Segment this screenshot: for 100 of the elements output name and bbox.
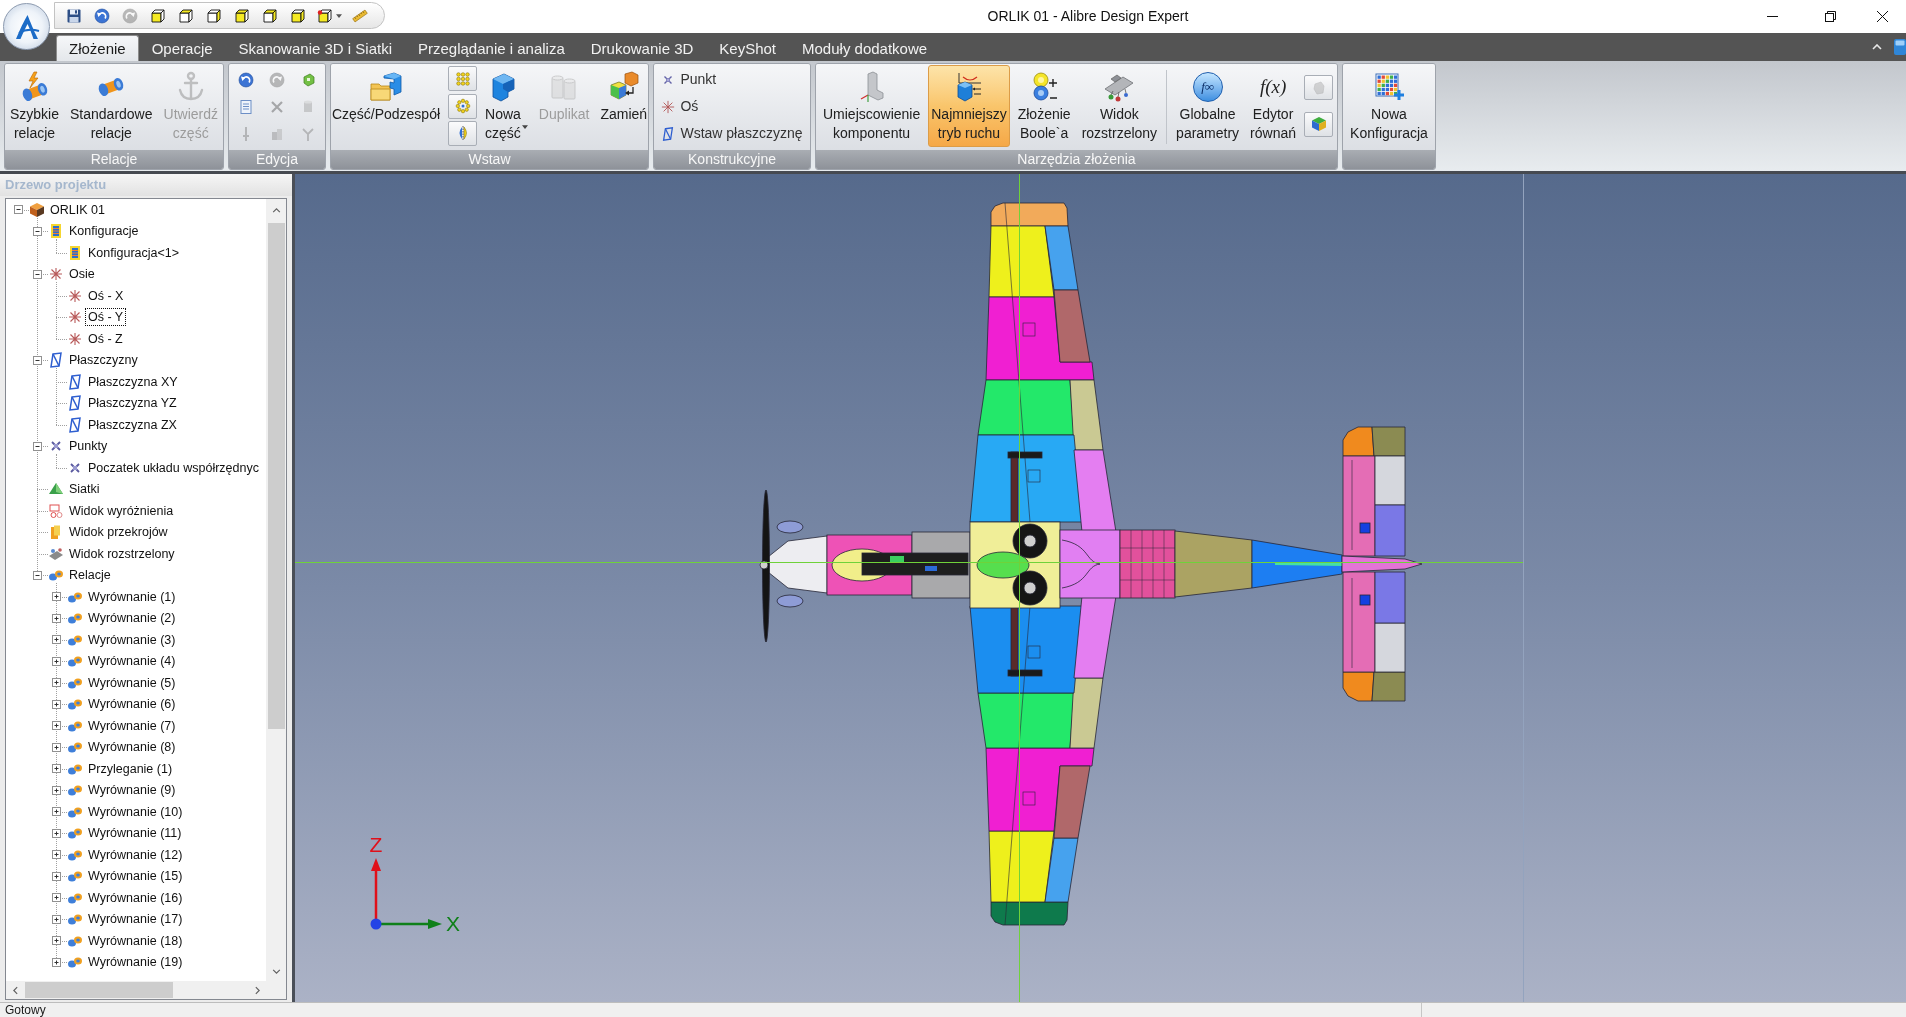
ribbon-tab[interactable]: Przeglądanie i analiza (405, 35, 578, 61)
collapse-icon[interactable] (32, 269, 42, 279)
ribbon-tab[interactable]: Operacje (138, 35, 226, 61)
tree-item[interactable]: Oś - Z (85, 329, 126, 348)
horizontal-scrollbar[interactable] (6, 981, 266, 999)
scrollbar-thumb[interactable] (25, 982, 173, 998)
tree-item[interactable]: Wyrównanie (3) (85, 630, 179, 649)
tree-item[interactable]: Płaszczyzna XY (85, 372, 181, 391)
expand-icon[interactable] (51, 764, 61, 774)
expand-icon[interactable] (51, 656, 61, 666)
tree-item[interactable]: Wyrównanie (2) (85, 609, 179, 628)
collapse-icon[interactable] (13, 205, 23, 215)
expand-icon[interactable] (51, 871, 61, 881)
tree-item[interactable]: Wyrównanie (5) (85, 673, 179, 692)
tool-button[interactable] (1304, 111, 1334, 137)
cube-icon (150, 7, 166, 24)
tree-item[interactable]: Osie (66, 265, 98, 284)
expand-icon[interactable] (51, 742, 61, 752)
tree-item[interactable]: Płaszczyzna ZX (85, 415, 180, 434)
tree-item[interactable]: Wyrównanie (10) (85, 802, 186, 821)
tree-item[interactable]: Konfiguracja<1> (85, 243, 183, 262)
tree-item[interactable]: Relacje (66, 566, 114, 585)
tree-item[interactable]: Płaszczyzna YZ (85, 394, 180, 413)
expand-icon[interactable] (51, 936, 61, 946)
tree-item[interactable]: Wyrównanie (12) (85, 845, 186, 864)
tree-item[interactable]: Wyrównanie (7) (85, 716, 179, 735)
ribbon-button[interactable]: Najmniejszy tryb ruchu (928, 65, 1010, 147)
expand-icon[interactable] (51, 914, 61, 924)
plane-icon (661, 126, 676, 141)
cube-icon (178, 7, 194, 24)
tree-item[interactable]: Widok przekrojów (66, 523, 171, 542)
ribbon-button[interactable]: Oś (659, 93, 701, 120)
tree-item[interactable]: Wyrównanie (16) (85, 888, 186, 907)
tree-item[interactable]: Wyrównanie (9) (85, 781, 179, 800)
tree-item[interactable]: Oś - X (85, 286, 127, 305)
tree-item[interactable]: Wyrównanie (19) (85, 953, 186, 972)
tree-item[interactable]: Wyrównanie (18) (85, 931, 186, 950)
tree-item[interactable]: Widok wyróżnienia (66, 501, 177, 520)
tree-item[interactable]: Przyleganie (1) (85, 759, 176, 778)
part-icon (300, 71, 316, 88)
ribbon-button[interactable]: Zamień (597, 65, 648, 147)
part-icon (1310, 79, 1327, 96)
cube-icon (1310, 116, 1327, 133)
tree-item[interactable]: Wyrównanie (4) (85, 652, 179, 671)
expand-icon[interactable] (51, 613, 61, 623)
tree-item[interactable]: Siatki (66, 480, 103, 499)
ribbon-tab[interactable]: Drukowanie 3D (577, 35, 707, 61)
ribbon-button[interactable]: f(x) Edytor równań (1247, 65, 1300, 147)
expand-icon[interactable] (51, 785, 61, 795)
expand-icon[interactable] (51, 957, 61, 967)
expand-icon[interactable] (51, 721, 61, 731)
tree-item[interactable]: Wyrównanie (1) (85, 587, 179, 606)
expand-icon[interactable] (51, 850, 61, 860)
ribbon-button[interactable]: Złożenie Boole`a (1014, 65, 1074, 147)
ribbon-button[interactable]: Umiejscowienie komponentu (819, 65, 924, 147)
expand-icon[interactable] (51, 807, 61, 817)
tree-item[interactable]: Oś - Y (85, 308, 127, 327)
ribbon-button[interactable]: Część/Podzespół (331, 65, 444, 147)
expand-icon[interactable] (51, 828, 61, 838)
collapse-icon[interactable] (32, 355, 42, 365)
ribbon-button[interactable]: Punkt (659, 66, 719, 93)
expand-icon[interactable] (51, 893, 61, 903)
tool-button[interactable] (448, 120, 478, 146)
scrollbar-thumb[interactable] (267, 223, 285, 729)
tree-item[interactable]: Punkty (66, 437, 111, 456)
ribbon-button[interactable]: Szybkie relacje (7, 65, 62, 147)
tree-item[interactable]: Płaszczyzny (66, 351, 141, 370)
ribbon-button[interactable]: Widok rozstrzelony (1078, 65, 1161, 147)
ribbon-tab[interactable]: Złożenie (56, 35, 139, 61)
collapse-icon[interactable] (32, 226, 42, 236)
ribbon-button[interactable]: Standardowe relacje (67, 65, 156, 147)
tree-item[interactable]: Wyrównanie (17) (85, 910, 186, 929)
asterisk-icon (661, 99, 676, 114)
tree-item[interactable]: Wyrównanie (11) (85, 824, 185, 843)
outline-shapes-icon (48, 502, 64, 519)
collapse-icon[interactable] (32, 570, 42, 580)
tree-item[interactable]: Wyrównanie (6) (85, 695, 179, 714)
chevron-down-icon (271, 968, 281, 974)
tree-item[interactable]: Poczatek układu współrzędnyc (85, 458, 262, 477)
collapse-icon[interactable] (32, 441, 42, 451)
expand-icon[interactable] (51, 678, 61, 688)
vertical-scrollbar[interactable] (266, 199, 286, 981)
ribbon-button[interactable]: Nowa część (482, 65, 531, 147)
table-plus-icon (1373, 71, 1405, 103)
expand-icon[interactable] (51, 699, 61, 709)
ribbon-button[interactable]: f∞ Globalne parametry (1173, 65, 1243, 147)
tree-item[interactable]: Konfiguracje (66, 222, 142, 241)
group-label: Konstrukcyjne (688, 150, 776, 169)
tree-item[interactable]: Wyrównanie (15) (85, 867, 186, 886)
expand-icon[interactable] (51, 592, 61, 602)
tree-item[interactable]: Widok rozstrzelony (66, 544, 178, 563)
ribbon-tab[interactable]: KeyShot (706, 35, 790, 61)
icon-button[interactable] (1894, 39, 1906, 55)
tree-item[interactable]: ORLIK 01 (47, 200, 108, 219)
expand-icon[interactable] (51, 635, 61, 645)
axis-label: X (445, 913, 461, 935)
ribbon-tab[interactable]: Moduły dodatkowe (789, 35, 941, 61)
ribbon-button[interactable]: Wstaw płaszczyznę (659, 120, 805, 147)
tree-item[interactable]: Wyrównanie (8) (85, 738, 179, 757)
ribbon-tab[interactable]: Skanowanie 3D i Siatki (225, 35, 405, 61)
